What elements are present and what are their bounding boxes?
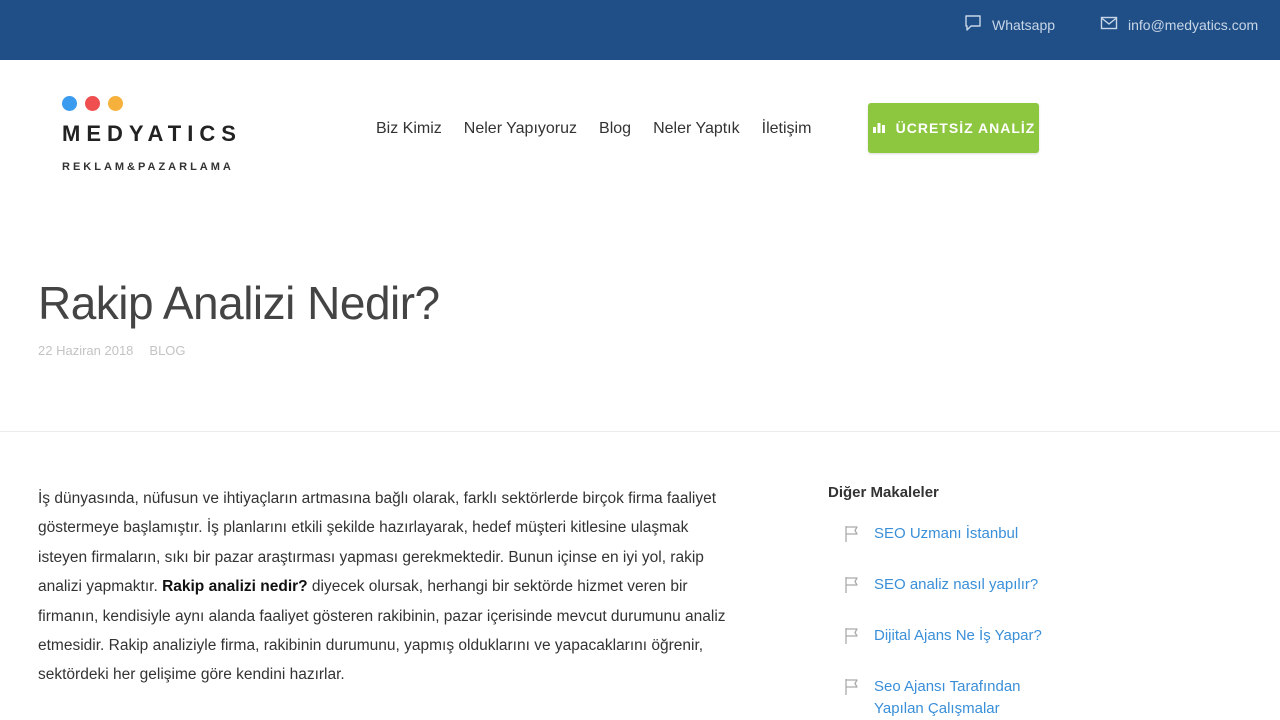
logo-dot-blue [62,96,77,111]
sidebar: Diğer Makaleler SEO Uzmanı İstanbul SEO … [828,484,1108,720]
related-article-link[interactable]: Dijital Ajans Ne İş Yapar? [874,625,1064,647]
flag-icon [844,523,860,548]
list-item: Seo Ajansı Tarafından Yapılan Çalışmalar [844,676,1108,720]
logo-brand: MEDYATICS [62,121,242,146]
top-bar: Whatsapp info@medyatics.com [0,0,1280,60]
list-item: Dijital Ajans Ne İş Yapar? [844,625,1108,650]
logo[interactable]: MEDYATICS REKLAM&PAZARLAMA [62,96,242,173]
nav-item-biz-kimiz[interactable]: Biz Kimiz [376,120,442,138]
flag-icon [844,676,860,701]
bar-chart-icon [872,120,886,137]
logo-tagline: REKLAM&PAZARLAMA [62,161,234,173]
post-date: 22 Haziran 2018 [38,343,134,358]
sidebar-title: Diğer Makaleler [828,484,939,501]
email-label: info@medyatics.com [1128,16,1259,33]
related-article-link[interactable]: Seo Ajansı Tarafından Yapılan Çalışmalar [874,676,1064,720]
article-bold-question: Rakip analizi nedir? [162,578,308,596]
logo-dot-red [85,96,100,111]
free-analysis-button[interactable]: ÜCRETSİZ ANALİZ [868,103,1039,153]
flag-icon [844,574,860,599]
list-item: SEO Uzmanı İstanbul [844,523,1108,548]
mail-icon [1100,14,1118,35]
related-articles-list: SEO Uzmanı İstanbul SEO analiz nasıl yap… [828,523,1108,720]
article-paragraph: İş dünyasında, nüfusun ve ihtiyaçların a… [38,484,728,690]
flag-icon [844,625,860,650]
list-item: SEO analiz nasıl yapılır? [844,574,1108,599]
main-nav: Biz Kimiz Neler Yapıyoruz Blog Neler Yap… [376,120,811,138]
chat-icon [964,14,982,35]
related-article-link[interactable]: SEO analiz nasıl yapılır? [874,574,1064,596]
page-hero: Rakip Analizi Nedir? 22 Haziran 2018 BLO… [0,200,1280,432]
related-article-link[interactable]: SEO Uzmanı İstanbul [874,523,1064,545]
logo-dots [62,96,242,111]
page-title: Rakip Analizi Nedir? [38,277,440,329]
logo-dot-orange [108,96,123,111]
nav-item-neler-yaptik[interactable]: Neler Yaptık [653,120,740,138]
free-analysis-label: ÜCRETSİZ ANALİZ [895,120,1036,136]
whatsapp-link[interactable]: Whatsapp [964,14,1055,35]
email-link[interactable]: info@medyatics.com [1100,14,1258,35]
nav-item-blog[interactable]: Blog [599,120,631,138]
nav-item-neler-yapiyoruz[interactable]: Neler Yapıyoruz [464,120,577,138]
article-body: İş dünyasında, nüfusun ve ihtiyaçların a… [38,484,728,690]
site-header: MEDYATICS REKLAM&PAZARLAMA Biz Kimiz Nel… [0,60,1280,200]
whatsapp-label: Whatsapp [992,16,1056,33]
post-category[interactable]: BLOG [149,343,185,358]
nav-item-iletisim[interactable]: İletişim [762,120,812,138]
post-meta: 22 Haziran 2018 BLOG [38,343,186,358]
